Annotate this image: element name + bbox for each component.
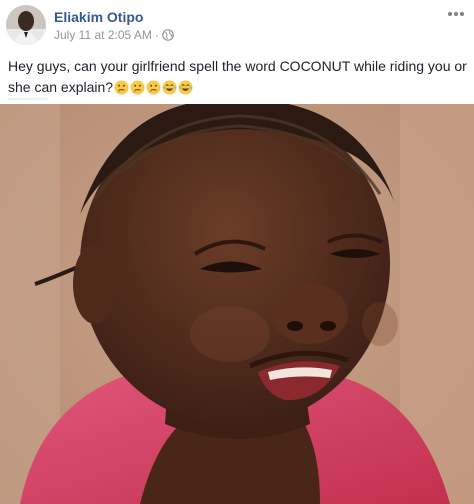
more-options-icon[interactable] (446, 6, 466, 22)
avatar-image (6, 5, 46, 45)
author-avatar[interactable] (6, 5, 46, 45)
facebook-post: Eliakim Otipo July 11 at 2:05 AM · Hey g… (0, 0, 474, 504)
post-meta: July 11 at 2:05 AM · (54, 28, 174, 42)
truncated-text-line (8, 98, 48, 100)
post-photo[interactable] (0, 104, 474, 504)
post-timestamp[interactable]: July 11 at 2:05 AM (54, 28, 152, 42)
meta-separator: · (154, 28, 159, 42)
post-text-content: Hey guys, can your girlfriend spell the … (8, 58, 467, 95)
emoji-group (114, 80, 193, 95)
child-grimace-photo (0, 104, 474, 504)
tears-of-joy-icon (178, 80, 193, 95)
thinking-face-icon (146, 80, 161, 95)
tears-of-joy-icon (162, 80, 177, 95)
post-text: Hey guys, can your girlfriend spell the … (8, 56, 470, 98)
thinking-face-icon (114, 80, 129, 95)
thinking-face-icon (130, 80, 145, 95)
author-name[interactable]: Eliakim Otipo (54, 9, 143, 25)
globe-icon[interactable] (162, 29, 174, 41)
post-header: Eliakim Otipo July 11 at 2:05 AM · (0, 0, 474, 50)
